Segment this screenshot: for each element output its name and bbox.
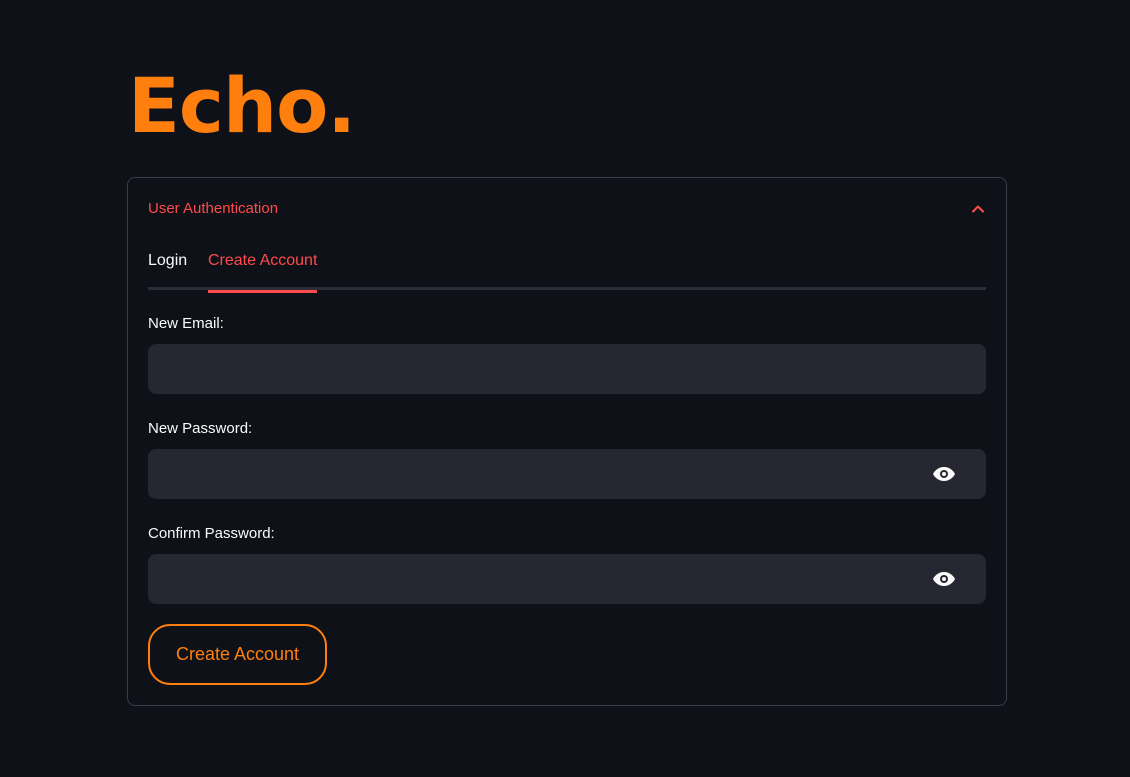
app-title: Echo.	[128, 61, 356, 150]
create-account-button[interactable]: Create Account	[148, 624, 327, 685]
new-email-input[interactable]	[148, 344, 986, 394]
new-email-label: New Email:	[148, 315, 224, 332]
confirm-password-input[interactable]	[148, 554, 986, 604]
tab-create-account[interactable]: Create Account	[208, 252, 318, 293]
expander-header[interactable]: User Authentication	[148, 196, 986, 220]
expander-title: User Authentication	[148, 199, 279, 217]
confirm-password-label: Confirm Password:	[148, 525, 275, 542]
chevron-up-icon[interactable]	[970, 200, 986, 216]
tab-login[interactable]: Login	[148, 252, 187, 290]
tab-bar: Login Create Account	[148, 248, 986, 293]
eye-icon[interactable]	[929, 459, 959, 489]
new-password-label: New Password:	[148, 420, 253, 437]
new-password-input[interactable]	[148, 449, 986, 499]
auth-expander: User Authentication Login Create Account…	[127, 177, 1007, 706]
eye-icon[interactable]	[929, 564, 959, 594]
